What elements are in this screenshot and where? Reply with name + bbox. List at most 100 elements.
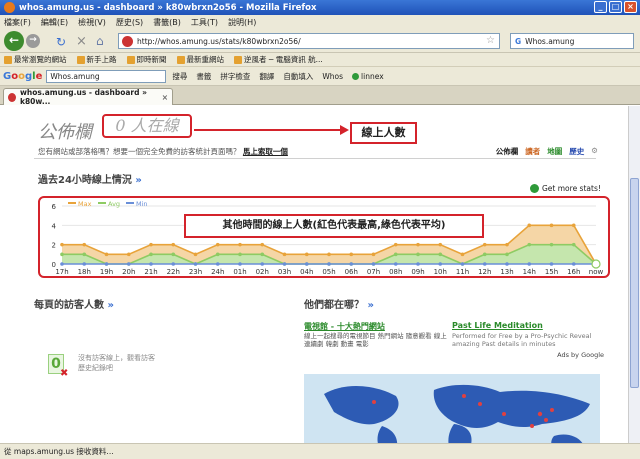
gear-icon[interactable]: ⚙: [591, 146, 598, 157]
account-button[interactable]: linnex: [352, 72, 384, 81]
no-visitors-note[interactable]: 沒有訪客線上，觀看訪客歷史紀錄吧: [78, 353, 158, 373]
bookmark-item[interactable]: 即時新聞: [126, 54, 167, 65]
x-tick-label: 17h: [55, 268, 68, 276]
autofill-button[interactable]: 自動填入: [283, 71, 313, 82]
data-point-min: [149, 262, 153, 266]
data-point-min: [416, 262, 420, 266]
where-title-text: 他們都在哪？: [304, 300, 364, 311]
window-titlebar: whos.amung.us - dashboard » k80wbrxn2o56…: [0, 0, 640, 15]
whos-button[interactable]: Whos: [322, 72, 343, 81]
search-engine-icon[interactable]: G: [515, 37, 521, 46]
data-point-max: [304, 252, 309, 257]
minimize-button[interactable]: _: [594, 1, 607, 13]
url-bar[interactable]: http://whos.amung.us/stats/k80wbrxn2o56/…: [118, 33, 500, 49]
promo-line: 您有網站或部落格嗎？想要一個完全免費的訪客統計頁面嗎？ 馬上索取一個: [38, 146, 288, 157]
ad1-title[interactable]: 電視館 - 十大熱門網站: [304, 321, 385, 332]
data-point-max: [571, 223, 576, 228]
google-search-button[interactable]: 搜尋: [172, 71, 187, 82]
bookmark-item[interactable]: 最常瀏覽的網站: [4, 54, 67, 65]
data-point-max: [60, 242, 64, 247]
data-point-min: [82, 262, 87, 266]
world-map[interactable]: [304, 374, 600, 443]
google-bookmarks-button[interactable]: 書籤: [196, 71, 211, 82]
menu-file[interactable]: 檔案(F): [4, 17, 31, 28]
x-tick-label: 19h: [100, 268, 113, 276]
forward-arrow-icon: →: [29, 35, 37, 45]
google-search-input[interactable]: Whos.amung: [46, 69, 167, 83]
visitors-per-page-title[interactable]: 每頁的訪客人數 »: [34, 296, 114, 311]
bookmark-item[interactable]: 新手上路: [76, 54, 117, 65]
data-point-min: [104, 262, 109, 266]
translate-button[interactable]: 翻譯: [259, 71, 274, 82]
status-bar: 從 maps.amung.us 接收資料...: [0, 443, 640, 459]
ads-by-google[interactable]: Ads by Google: [557, 351, 604, 359]
forward-button[interactable]: →: [26, 34, 40, 48]
maximize-button[interactable]: □: [609, 1, 622, 13]
stop-icon[interactable]: ×: [76, 34, 87, 49]
annotation-chart-label: 其他時間的線上人數(紅色代表最高,綠色代表平均): [184, 214, 484, 238]
search-box[interactable]: G Whos.amung: [510, 33, 634, 49]
menu-bookmarks[interactable]: 書籤(B): [153, 17, 181, 28]
x-tick-label: 09h: [411, 268, 424, 276]
x-tick-label: 01h: [233, 268, 246, 276]
data-point-avg: [527, 242, 532, 247]
menu-view[interactable]: 檢視(V): [78, 17, 106, 28]
data-point-avg: [482, 252, 487, 257]
x-tick-label: 08h: [389, 268, 402, 276]
nav-history[interactable]: 歷史: [569, 146, 584, 157]
menu-edit[interactable]: 編輯(E): [41, 17, 68, 28]
ad2-title[interactable]: Past Life Meditation: [452, 321, 543, 330]
annotation-arrow: [194, 129, 342, 131]
data-point-min: [215, 262, 220, 266]
menu-history[interactable]: 歷史(S): [116, 17, 143, 28]
get-more-stats-label: Get more stats!: [542, 184, 601, 193]
chevron-icon: »: [107, 300, 114, 311]
menu-tools[interactable]: 工具(T): [191, 17, 218, 28]
spellcheck-button[interactable]: 拼字檢查: [220, 71, 250, 82]
data-point-max: [349, 252, 354, 257]
data-point-max: [549, 223, 554, 228]
back-button[interactable]: ←: [4, 31, 24, 51]
online-count: 0 人在線: [102, 114, 192, 138]
x-tick-label: 18h: [78, 268, 91, 276]
data-point-max: [149, 242, 153, 247]
y-tick-label: 4: [52, 222, 57, 230]
bookmark-item[interactable]: 最新重網站: [176, 54, 224, 65]
reload-icon[interactable]: ↻: [56, 35, 66, 49]
past24-title[interactable]: 過去24小時線上情況 »: [38, 171, 142, 186]
tab-close-icon[interactable]: ×: [162, 93, 168, 102]
data-point-min: [549, 262, 554, 266]
bookmarks-toolbar: 最常瀏覽的網站 新手上路 即時新聞 最新重網站 逆風者 ─ 電腦資訊 航...: [0, 53, 640, 67]
where-title[interactable]: 他們都在哪？ »: [304, 296, 374, 311]
home-icon[interactable]: ⌂: [96, 34, 104, 48]
bookmark-icon: [126, 55, 135, 64]
browser-tab[interactable]: whos.amung.us - dashboard » k80w... ×: [3, 88, 173, 106]
get-more-stats-link[interactable]: Get more stats!: [530, 184, 601, 193]
data-point-max: [482, 242, 487, 247]
annotation-arrow-head: [340, 125, 349, 135]
bookmark-item[interactable]: 逆風者 ─ 電腦資訊 航...: [234, 54, 323, 65]
tab-strip: whos.amung.us - dashboard » k80w... ×: [0, 86, 640, 106]
current-point-marker: [591, 259, 601, 269]
ads-area: 電視館 - 十大熱門網站 線上一起搜尋的電視節目 熱門網站 隨意觀看 線上連續劇…: [304, 321, 604, 371]
x-tick-label: 16h: [567, 268, 580, 276]
nav-bulletin[interactable]: 公佈欄: [496, 146, 519, 157]
data-point-avg: [571, 242, 576, 247]
data-point-avg: [549, 242, 554, 247]
toolbar-label: Whos: [322, 71, 344, 81]
bookmark-star-icon[interactable]: ☆: [486, 35, 495, 46]
data-point-min: [304, 262, 309, 266]
promo-text: 您有網站或部落格嗎？想要一個完全免費的訪客統計頁面嗎？: [38, 147, 241, 156]
bulletin-title: 公佈欄: [38, 122, 92, 143]
data-point-min: [482, 262, 487, 266]
data-point-min: [238, 262, 242, 266]
toolbar-label: 搜尋: [172, 71, 188, 81]
vertical-scrollbar[interactable]: [628, 106, 640, 443]
nav-readers[interactable]: 讀者: [525, 146, 540, 157]
promo-link[interactable]: 馬上索取一個: [243, 147, 288, 156]
scrollbar-thumb[interactable]: [630, 178, 639, 388]
menu-help[interactable]: 說明(H): [228, 17, 256, 28]
close-window-button[interactable]: ×: [624, 1, 637, 13]
nav-map[interactable]: 地圖: [547, 146, 562, 157]
data-point-min: [60, 262, 64, 266]
